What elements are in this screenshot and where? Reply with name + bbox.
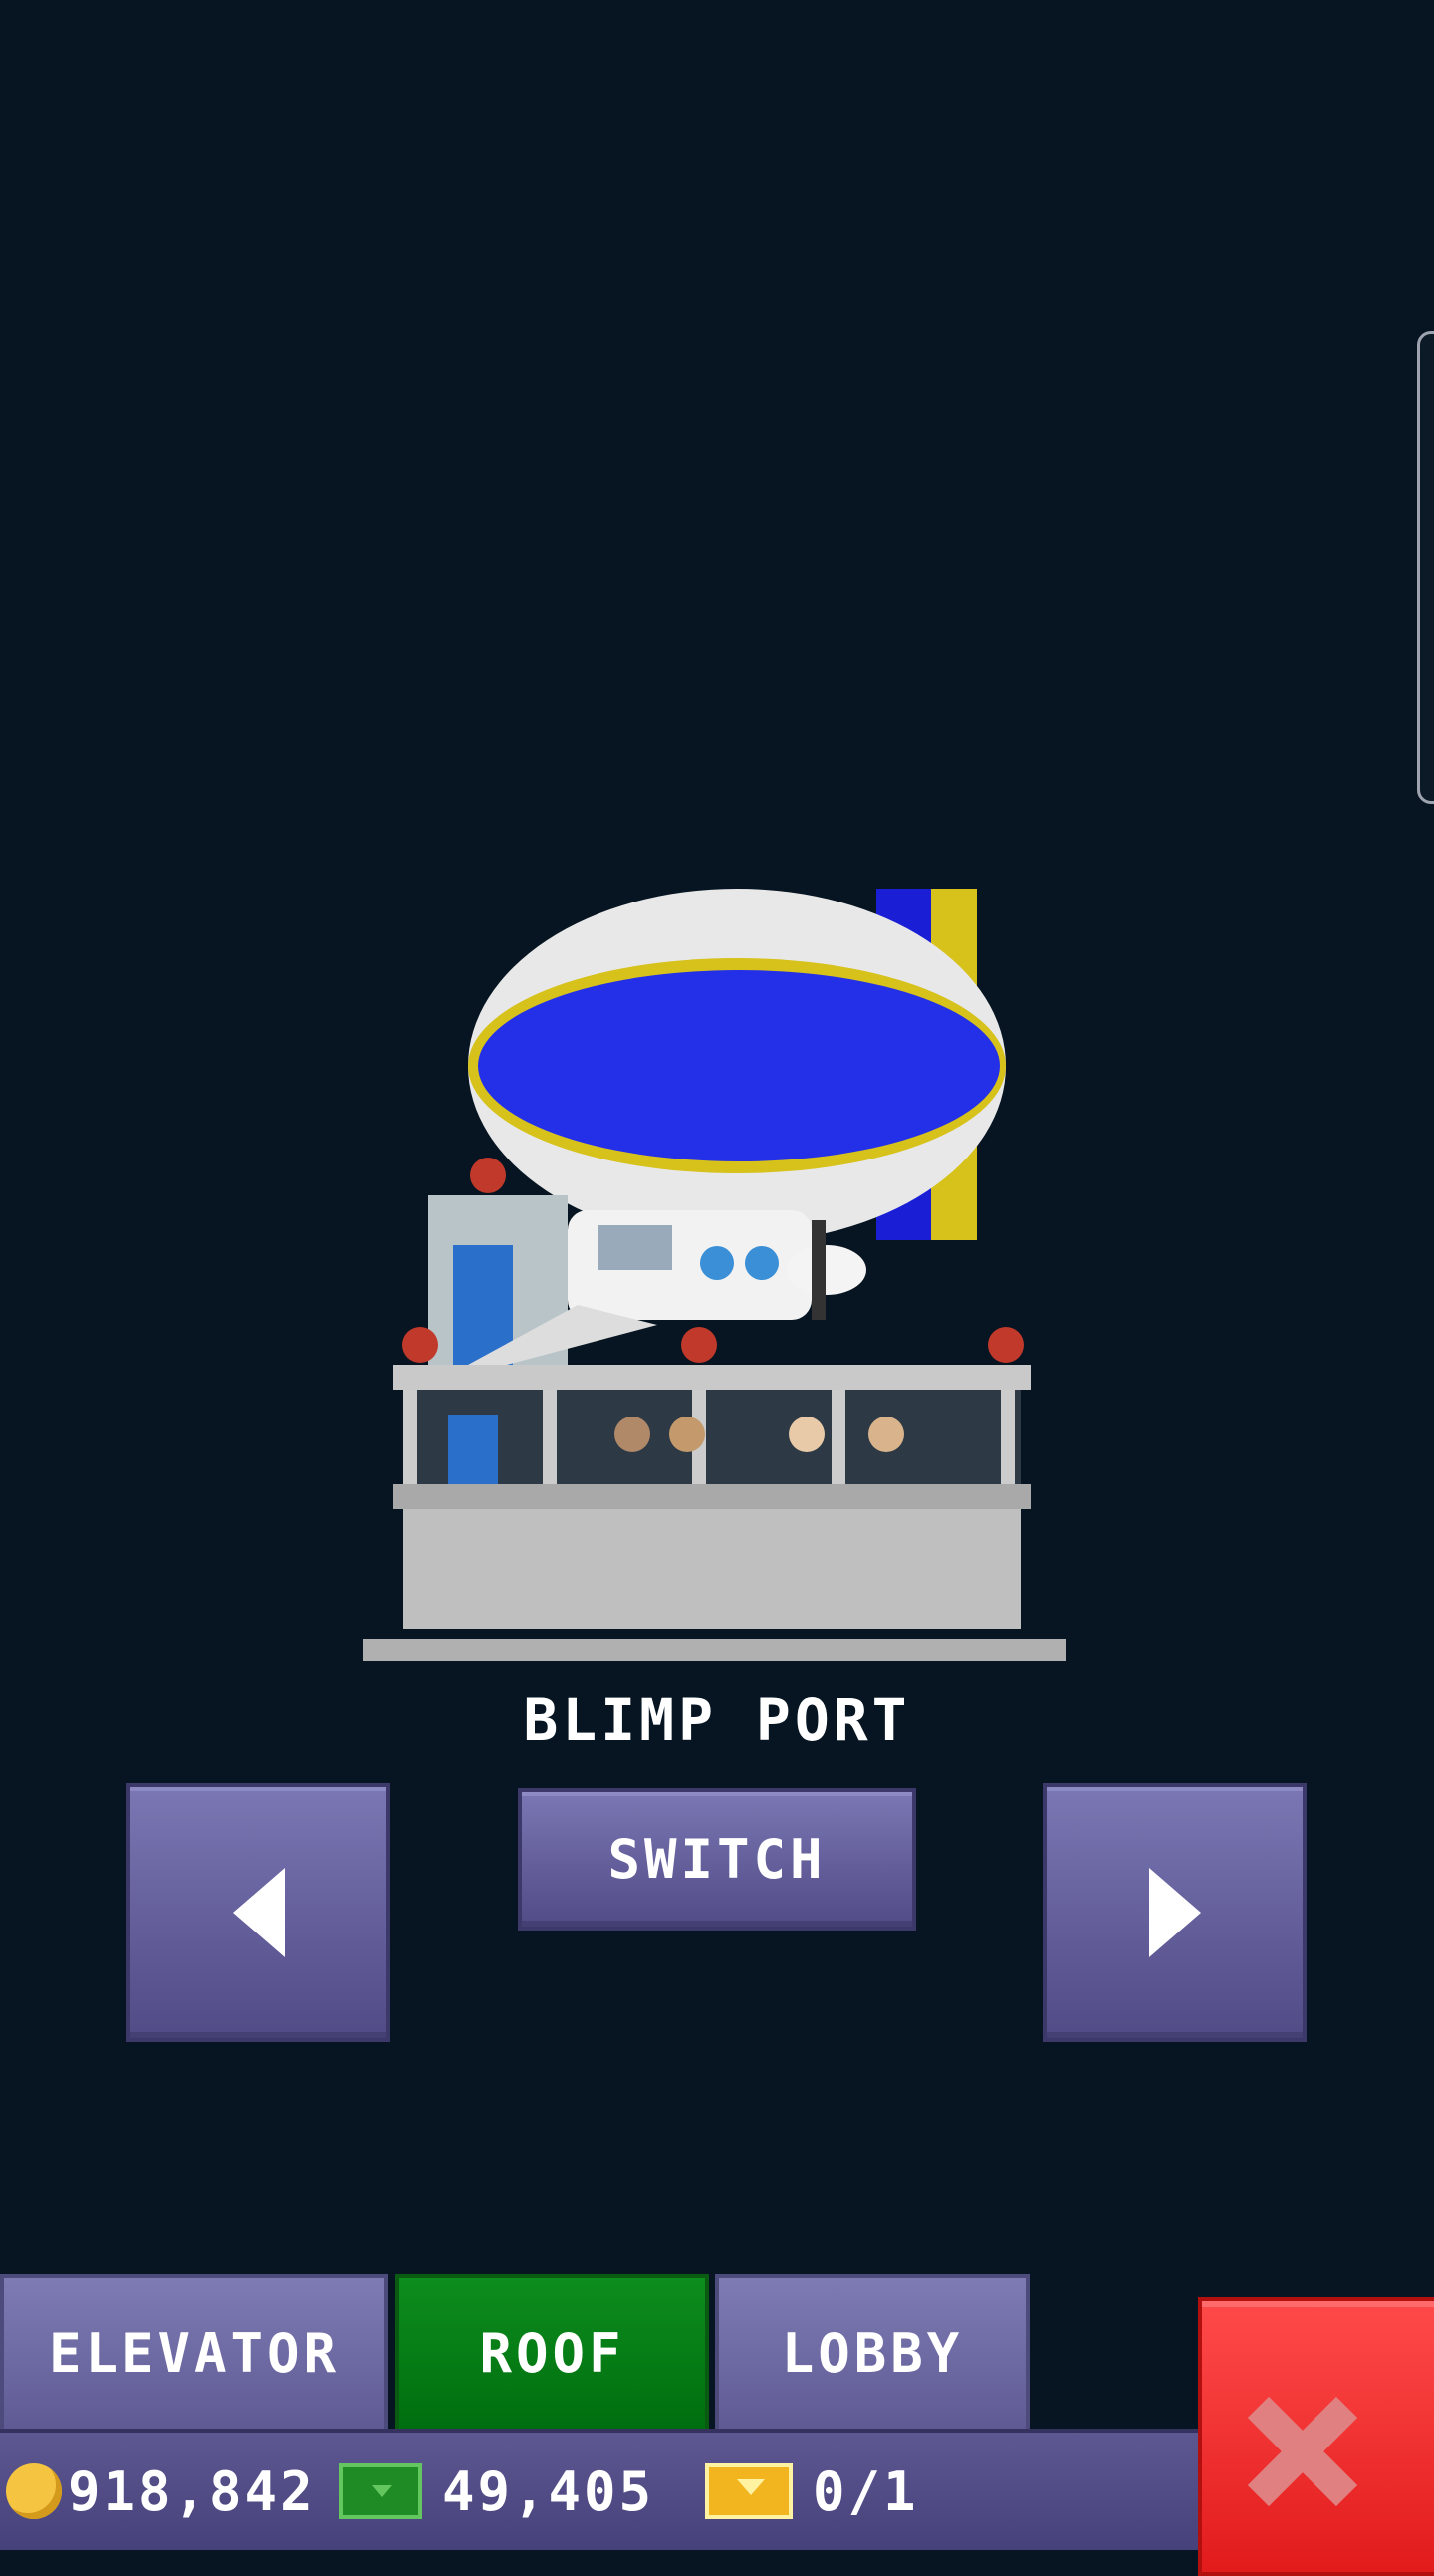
blimp-port-illustration: [363, 889, 1066, 1661]
coin-icon: [6, 2463, 62, 2519]
switch-button[interactable]: SWITCH: [518, 1788, 916, 1931]
previous-room-button[interactable]: [126, 1783, 390, 2042]
triangle-right-icon: [1148, 1868, 1201, 1957]
bux-stat: 49,405: [339, 2447, 654, 2536]
tickets-stat: 0/1: [705, 2447, 919, 2536]
ticket-icon: [705, 2463, 793, 2519]
bux-value: 49,405: [442, 2459, 655, 2523]
tab-lobby[interactable]: LOBBY: [715, 2274, 1030, 2429]
coins-value: 918,842: [68, 2459, 316, 2523]
coins-stat: 918,842: [6, 2447, 316, 2536]
room-title: BLIMP PORT: [523, 1686, 911, 1754]
tab-roof[interactable]: ROOF: [395, 2274, 709, 2429]
bux-icon: [339, 2463, 422, 2519]
close-button[interactable]: [1198, 2297, 1434, 2576]
tickets-value: 0/1: [813, 2459, 919, 2523]
scroll-handle[interactable]: [1417, 331, 1434, 804]
triangle-left-icon: [232, 1868, 285, 1957]
section-tabs: ELEVATOR ROOF LOBBY: [0, 2274, 1036, 2429]
close-icon: [1248, 2397, 1357, 2506]
next-room-button[interactable]: [1043, 1783, 1307, 2042]
tab-elevator[interactable]: ELEVATOR: [0, 2274, 388, 2429]
